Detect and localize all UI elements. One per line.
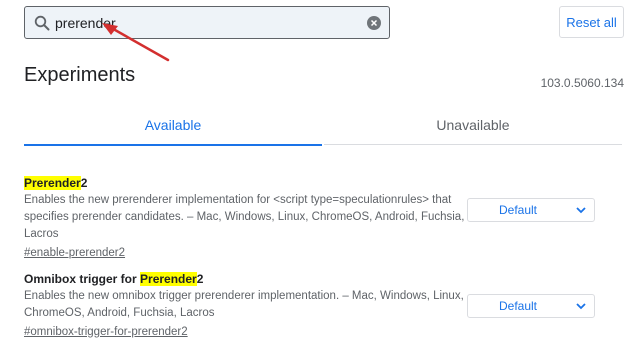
search-highlight: Prerender bbox=[140, 272, 197, 286]
chevron-down-icon bbox=[576, 303, 586, 310]
search-input[interactable] bbox=[55, 13, 355, 33]
experiment-link[interactable]: #omnibox-trigger-for-prerender2 bbox=[24, 326, 188, 338]
search-box[interactable] bbox=[24, 6, 390, 39]
description-line: ChromeOS, Android, Fuchsia, Lacros bbox=[24, 307, 215, 319]
description-line: Enables the new omnibox trigger prerende… bbox=[24, 290, 464, 302]
chevron-down-icon bbox=[576, 207, 586, 214]
close-circle-icon[interactable] bbox=[367, 16, 381, 30]
search-highlight: Prerender bbox=[24, 176, 81, 190]
description-line: specifies prerender candidates. – Mac, W… bbox=[24, 211, 465, 240]
experiment-select[interactable]: Default bbox=[467, 294, 595, 318]
page-title: Experiments bbox=[24, 64, 136, 86]
description-line: Enables the new prerenderer implementati… bbox=[24, 194, 452, 206]
experiment-name: Prerender2 bbox=[24, 176, 624, 190]
tab-bar: Available Unavailable bbox=[24, 112, 624, 146]
flags-page: Reset all Experiments 103.0.5060.134 Ava… bbox=[0, 0, 640, 355]
experiment-description: Enables the new omnibox trigger prerende… bbox=[24, 288, 484, 322]
experiment-name: Omnibox trigger for Prerender2 bbox=[24, 272, 624, 286]
experiment-select[interactable]: Default bbox=[467, 198, 595, 222]
experiment-link[interactable]: #enable-prerender2 bbox=[24, 247, 125, 259]
tab-unavailable[interactable]: Unavailable bbox=[324, 112, 622, 145]
search-icon bbox=[34, 15, 50, 31]
experiment-name-rest: 2 bbox=[80, 176, 88, 190]
experiment-name-prefix: Omnibox trigger for bbox=[24, 272, 141, 286]
version-label: 103.0.5060.134 bbox=[540, 76, 624, 90]
select-value: Default bbox=[498, 299, 538, 313]
tab-available[interactable]: Available bbox=[24, 112, 322, 146]
reset-all-button[interactable]: Reset all bbox=[559, 6, 624, 38]
select-value: Default bbox=[498, 203, 538, 217]
experiment-name-rest: 2 bbox=[196, 272, 204, 286]
experiment-description: Enables the new prerenderer implementati… bbox=[24, 192, 484, 243]
